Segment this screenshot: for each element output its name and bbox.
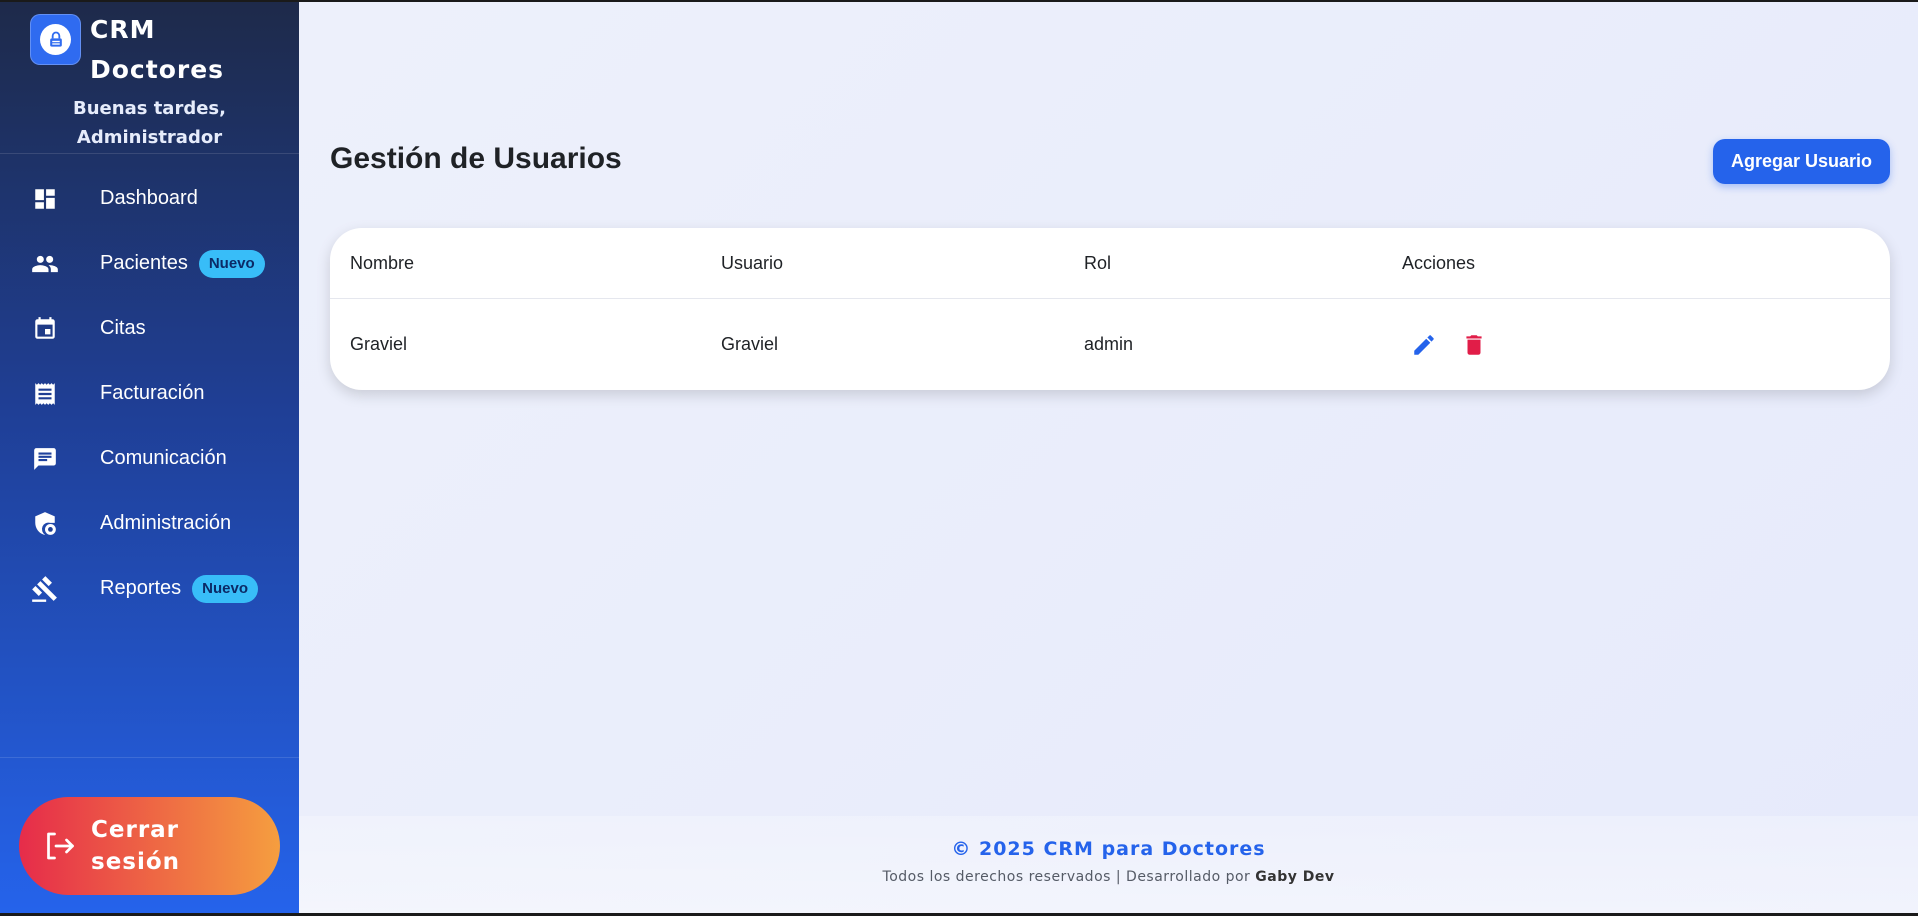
- sidebar-item-pacientes[interactable]: Pacientes Nuevo: [0, 231, 299, 296]
- lock-icon: [30, 14, 81, 65]
- app-window: CRM Doctores Buenas tardes, Administrado…: [0, 2, 1918, 913]
- logout-button[interactable]: Cerrar sesión: [19, 797, 280, 895]
- footer-author: Gaby Dev: [1255, 869, 1335, 885]
- table-header: Nombre Usuario Rol Acciones: [330, 228, 1890, 299]
- footer: © 2025 CRM para Doctores Todos los derec…: [299, 816, 1918, 913]
- chat-icon: [30, 444, 60, 474]
- sidebar-item-label: Pacientes: [100, 252, 188, 274]
- edit-icon[interactable]: [1408, 329, 1440, 361]
- sidebar-divider-bottom: [0, 757, 299, 758]
- new-badge: Nuevo: [198, 249, 265, 278]
- users-table: Nombre Usuario Rol Acciones Graviel Grav…: [330, 228, 1890, 390]
- sidebar-item-comunicacion[interactable]: Comunicación: [0, 426, 299, 491]
- logout-label: Cerrar sesión: [91, 817, 181, 875]
- add-user-button[interactable]: Agregar Usuario: [1713, 139, 1890, 184]
- sidebar-nav: Dashboard Pacientes Nuevo Citas Facturac…: [0, 166, 299, 621]
- sidebar-item-label: Comunicación: [100, 447, 227, 469]
- cell-acciones: [1402, 329, 1490, 361]
- calendar-icon: [30, 314, 60, 344]
- gavel-icon: [30, 574, 60, 604]
- dashboard-icon: [30, 184, 60, 214]
- sidebar-item-facturacion[interactable]: Facturación: [0, 361, 299, 426]
- sidebar-item-reportes[interactable]: Reportes Nuevo: [0, 556, 299, 621]
- cell-nombre: Graviel: [350, 334, 408, 354]
- delete-icon[interactable]: [1458, 329, 1490, 361]
- sidebar: CRM Doctores Buenas tardes, Administrado…: [0, 2, 299, 913]
- main-content: Gestión de Usuarios Agregar Usuario Nomb…: [299, 2, 1918, 913]
- sidebar-item-label: Citas: [100, 317, 146, 339]
- sidebar-item-administracion[interactable]: Administración: [0, 491, 299, 556]
- sidebar-item-label: Reportes: [100, 577, 182, 599]
- column-header-nombre: Nombre: [350, 252, 415, 273]
- new-badge: Nuevo: [192, 574, 258, 603]
- brand: CRM Doctores: [30, 14, 240, 90]
- people-icon: [30, 249, 60, 279]
- logout-icon: [41, 828, 77, 864]
- admin-shield-icon: [30, 509, 60, 539]
- app-title: CRM Doctores: [90, 15, 225, 84]
- sidebar-item-dashboard[interactable]: Dashboard: [0, 166, 299, 231]
- footer-copyright: © 2025 CRM para Doctores: [951, 838, 1266, 860]
- greeting: Buenas tardes, Administrador: [73, 98, 226, 148]
- table-row: Graviel Graviel admin: [330, 299, 1890, 390]
- sidebar-item-label: Facturación: [100, 382, 205, 404]
- cell-rol: admin: [1084, 334, 1134, 354]
- sidebar-item-label: Dashboard: [100, 187, 198, 209]
- page-title: Gestión de Usuarios: [330, 142, 622, 175]
- column-header-acciones: Acciones: [1402, 252, 1476, 273]
- sidebar-item-citas[interactable]: Citas: [0, 296, 299, 361]
- column-header-rol: Rol: [1084, 252, 1112, 273]
- sidebar-item-label: Administración: [100, 512, 232, 534]
- cell-usuario: Graviel: [721, 334, 779, 354]
- receipt-icon: [30, 379, 60, 409]
- sidebar-divider-top: [0, 153, 299, 154]
- column-header-usuario: Usuario: [721, 252, 784, 273]
- footer-rights: Todos los derechos reservados | Desarrol…: [299, 869, 1918, 885]
- footer-rights-text: Todos los derechos reservados | Desarrol…: [882, 869, 1251, 885]
